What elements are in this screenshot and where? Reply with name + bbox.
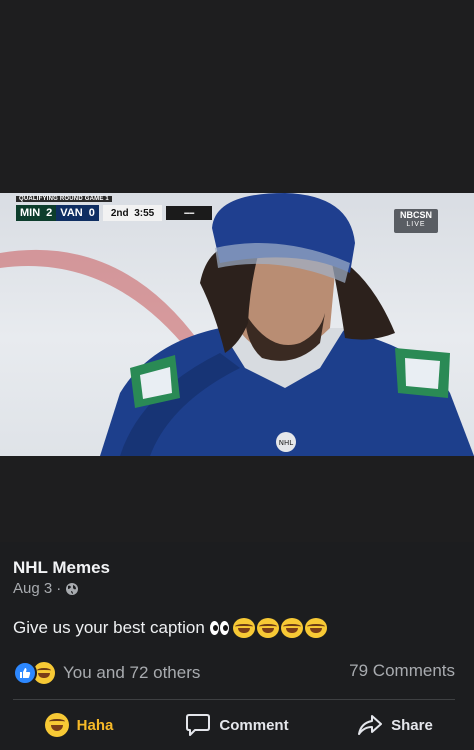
haha-button[interactable]: Haha	[0, 700, 158, 750]
haha-label: Haha	[76, 716, 114, 734]
network-name: NBCSN	[399, 210, 432, 220]
stanley-cup-logo: ▬▬	[166, 206, 213, 220]
laughing-tears-emoji	[280, 618, 303, 638]
network-badge: NBCSN LIVE	[393, 209, 438, 233]
comments-count[interactable]: 79 Comments	[349, 661, 455, 681]
page-name[interactable]: NHL Memes	[13, 558, 110, 578]
comment-label: Comment	[219, 716, 289, 734]
post-meta: Aug 3 ·	[13, 580, 79, 597]
caption-text: Give us your best caption	[13, 618, 205, 637]
network-status: LIVE	[406, 221, 426, 228]
team2-block: VAN 0	[56, 205, 99, 221]
post-actions: Haha Comment Share	[0, 700, 474, 750]
meta-separator: ·	[56, 580, 62, 597]
reactions-text: You and 72 others	[63, 663, 201, 682]
laughing-tears-emoji	[304, 618, 327, 638]
share-label: Share	[391, 716, 433, 734]
comment-button[interactable]: Comment	[158, 700, 316, 750]
thumbs-up-icon	[20, 668, 31, 678]
team2-score: 0	[88, 207, 95, 219]
caption-emojis	[209, 618, 327, 638]
comment-icon	[186, 714, 211, 736]
share-button[interactable]: Share	[316, 700, 474, 750]
team1-score: 2	[46, 207, 53, 219]
laughing-tears-emoji	[232, 618, 255, 638]
team1-block: MIN 2	[16, 205, 57, 221]
game-clock: 2nd 3:55	[102, 205, 163, 221]
game-scorebug: QUALIFYING ROUND GAME 1 MIN 2 VAN 0 2nd …	[16, 196, 256, 223]
laughing-tears-emoji	[256, 618, 279, 638]
reactions-summary[interactable]: You and 72 others	[13, 660, 200, 686]
svg-text:NHL: NHL	[279, 439, 294, 447]
round-label: QUALIFYING ROUND GAME 1	[16, 196, 112, 202]
eyes-emoji	[209, 621, 229, 635]
team1-name: MIN	[20, 207, 41, 219]
team2-name: VAN	[60, 207, 83, 219]
haha-icon	[44, 713, 69, 737]
globe-icon	[66, 582, 79, 595]
clock-label: 3:55	[134, 207, 155, 219]
share-icon	[358, 715, 383, 735]
like-reaction-icon	[13, 661, 37, 685]
period-label: 2nd	[110, 207, 129, 219]
post-date[interactable]: Aug 3	[13, 580, 52, 597]
post-caption: Give us your best caption	[13, 618, 327, 638]
